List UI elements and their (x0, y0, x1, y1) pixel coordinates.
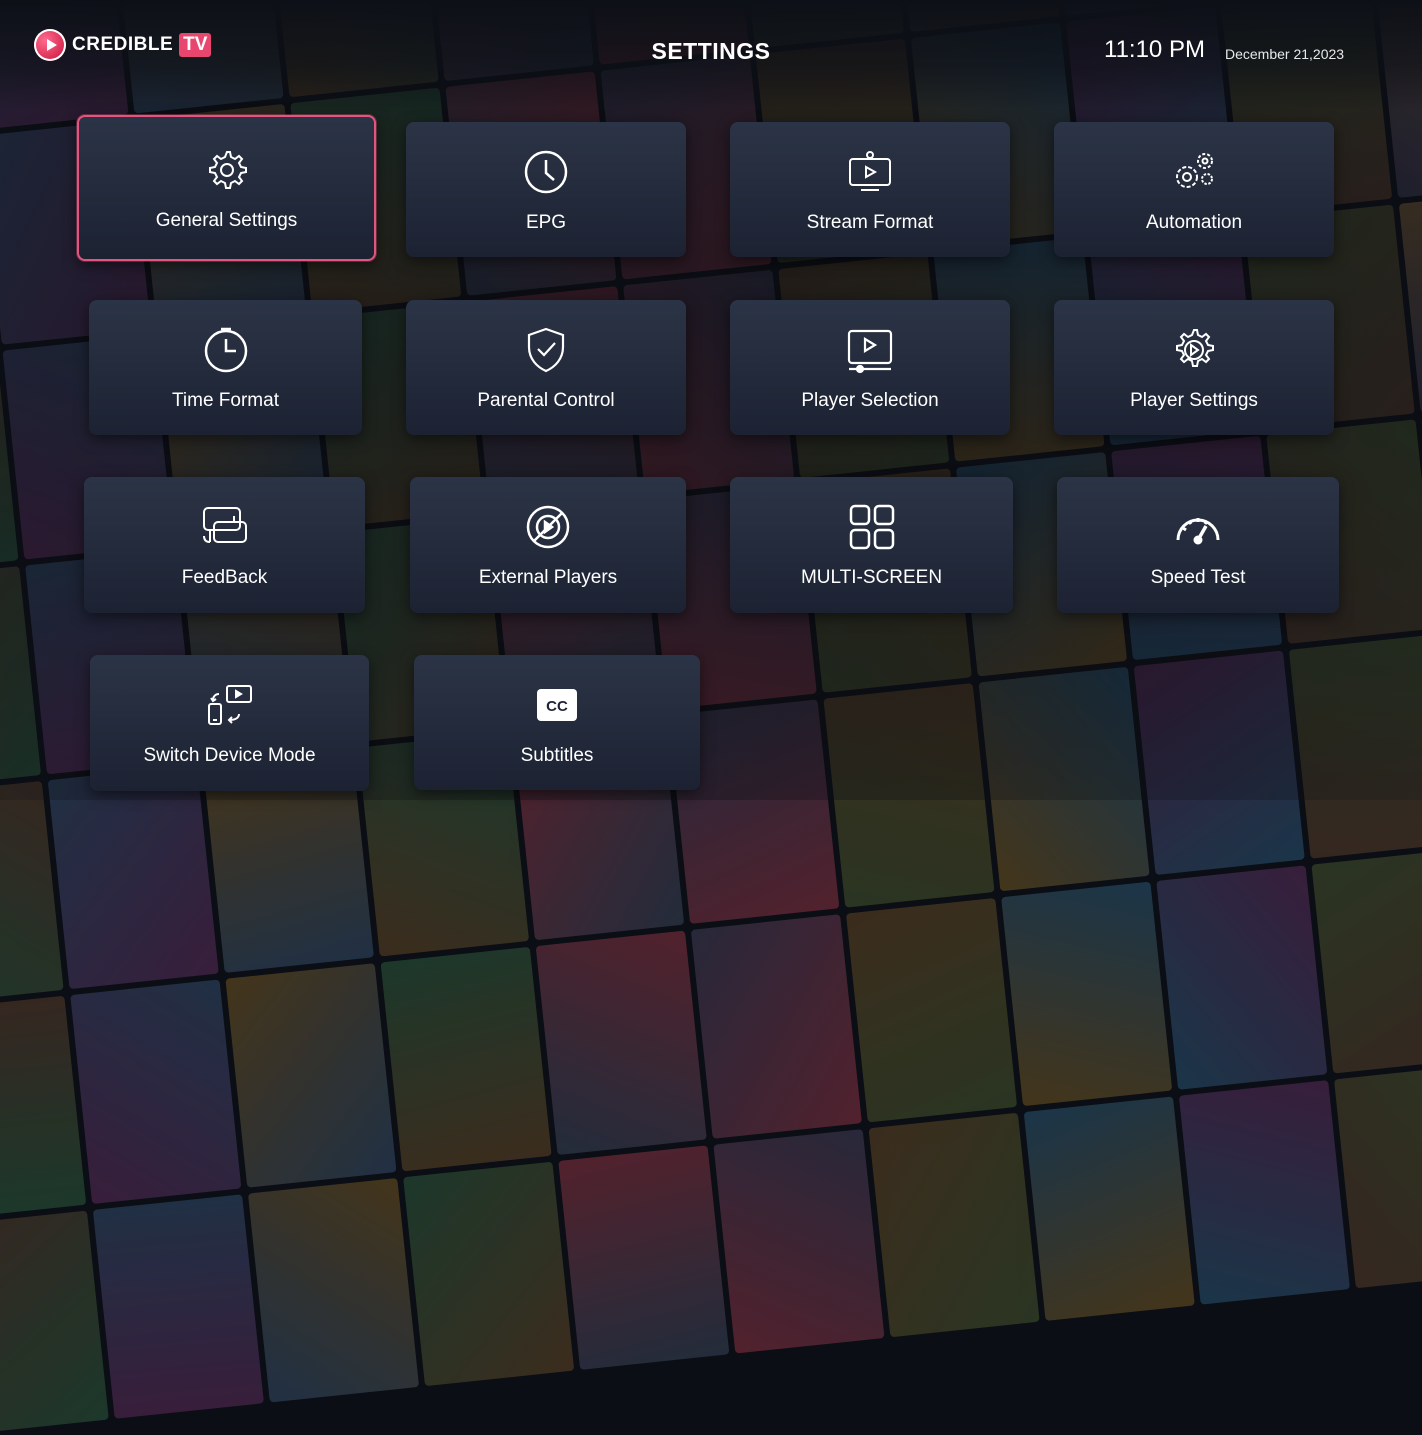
time-format-icon (200, 324, 252, 376)
background-poster (1023, 1096, 1195, 1321)
tile-label: MULTI-SCREEN (800, 567, 943, 588)
tile-multi-screen[interactable]: MULTI-SCREEN (730, 477, 1013, 613)
tile-label: Switch Device Mode (143, 745, 316, 766)
stream-format-icon (844, 146, 896, 198)
tile-switch-device-mode[interactable]: Switch Device Mode (90, 655, 369, 791)
tile-label: Parental Control (477, 389, 615, 411)
svg-text:CC: CC (546, 698, 568, 715)
tile-label: EPG (525, 211, 567, 233)
background-poster (1001, 881, 1173, 1107)
page-title: SETTINGS (651, 38, 771, 64)
background-poster (1178, 1080, 1350, 1305)
tile-label: Automation (1145, 211, 1243, 233)
tile-epg[interactable]: EPG (406, 122, 686, 257)
player-selection-icon (844, 324, 896, 376)
tile-stream-format[interactable]: Stream Format (730, 122, 1010, 257)
tile-external-players[interactable]: External Players (410, 477, 686, 613)
tile-label: Stream Format (806, 211, 934, 233)
background-poster (92, 1194, 264, 1419)
gear-icon (201, 144, 253, 196)
tile-label: Time Format (172, 389, 279, 411)
background-poster (380, 946, 552, 1172)
tile-label: External Players (478, 567, 618, 588)
background-poster (225, 963, 397, 1188)
tile-label: General Settings (155, 210, 298, 231)
tile-general-settings[interactable]: General Settings (77, 115, 376, 261)
cc-icon: CC (531, 679, 583, 731)
background-poster (1333, 1063, 1422, 1289)
background-poster (535, 930, 707, 1156)
clock-date: December 21,2023 (1225, 46, 1345, 62)
background-poster (1156, 865, 1328, 1090)
tile-label: FeedBack (181, 567, 268, 588)
tile-label: Player Settings (1130, 389, 1258, 411)
feedback-chat-icon (199, 501, 251, 553)
switch-device-icon (204, 679, 256, 731)
player-settings-icon (1168, 324, 1220, 376)
clock-icon (520, 146, 572, 198)
clock-time: 11:10 PM (1104, 36, 1205, 63)
tile-player-settings[interactable]: Player Settings (1054, 300, 1334, 435)
multi-screen-grid-icon (846, 501, 898, 553)
tile-automation[interactable]: Automation (1054, 122, 1334, 257)
tile-time-format[interactable]: Time Format (89, 300, 362, 435)
tile-feedback[interactable]: FeedBack (84, 477, 365, 613)
shield-check-icon (520, 324, 572, 376)
background-poster (247, 1177, 420, 1403)
background-poster (70, 979, 242, 1204)
tile-speed-test[interactable]: Speed Test (1057, 477, 1339, 613)
tile-subtitles[interactable]: CC Subtitles (414, 655, 700, 790)
background-poster (0, 1210, 109, 1435)
speedometer-icon (1172, 501, 1224, 553)
background-poster (713, 1129, 885, 1354)
tile-player-selection[interactable]: Player Selection (730, 300, 1010, 435)
tile-parental-control[interactable]: Parental Control (406, 300, 686, 435)
background-poster (558, 1145, 730, 1370)
background-poster (868, 1112, 1040, 1338)
tile-label: Speed Test (1150, 567, 1246, 588)
automation-gears-icon (1168, 146, 1220, 198)
tile-label: Player Selection (801, 389, 939, 411)
background-poster (690, 914, 862, 1139)
background-poster (1311, 849, 1422, 1074)
background-poster (403, 1161, 575, 1387)
tile-label: Subtitles (520, 744, 594, 766)
background-poster (845, 897, 1018, 1123)
external-players-icon (522, 501, 574, 553)
